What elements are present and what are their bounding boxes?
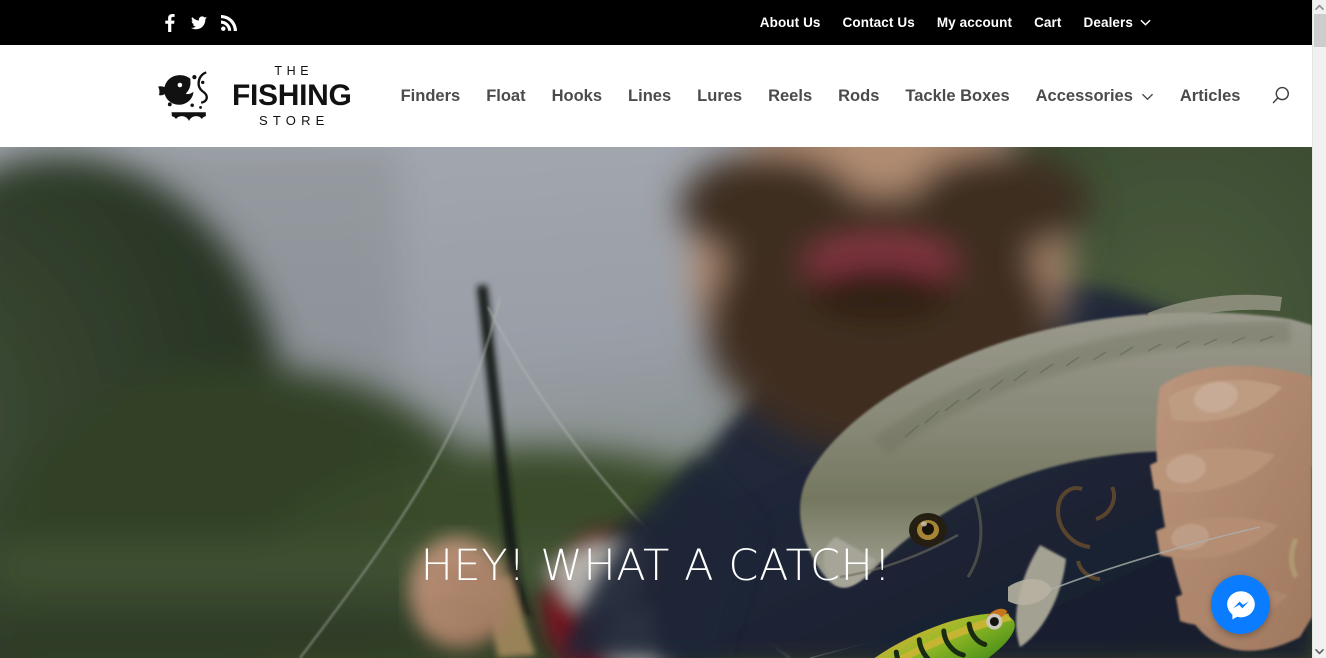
twitter-icon[interactable] xyxy=(191,14,207,32)
logo-wordmark: THE FISHING STORE xyxy=(232,65,352,127)
topnav-item-cart[interactable]: Cart xyxy=(1034,16,1061,30)
topnav-dealers-label: Dealers xyxy=(1083,14,1133,30)
nav-item-finders[interactable]: Finders xyxy=(388,88,474,105)
nav-item-hooks[interactable]: Hooks xyxy=(539,88,615,105)
scrollbar-thumb[interactable] xyxy=(1314,14,1326,47)
logo-line-the: THE xyxy=(274,64,314,79)
page-viewport: About Us Contact Us My account Cart Deal… xyxy=(0,0,1312,658)
scroll-up-arrow-icon[interactable] xyxy=(1313,0,1326,14)
nav-item-lines[interactable]: Lines xyxy=(615,88,684,105)
nav-item-rods[interactable]: Rods xyxy=(825,88,892,105)
chevron-down-icon xyxy=(1140,17,1151,28)
nav-item-float[interactable]: Float xyxy=(473,88,538,105)
social-links xyxy=(161,13,237,32)
topnav-item-contact-us[interactable]: Contact Us xyxy=(843,16,915,30)
search-icon[interactable] xyxy=(1269,84,1293,108)
site-logo[interactable]: THE FISHING STORE xyxy=(157,65,352,127)
logo-line-store: STORE xyxy=(259,112,330,128)
topnav-item-dealers[interactable]: Dealers xyxy=(1084,16,1152,30)
hero-headline: HEY! WHAT A CATCH! xyxy=(420,541,892,591)
messenger-chat-button[interactable] xyxy=(1211,575,1270,634)
topnav-item-about-us[interactable]: About Us xyxy=(760,16,821,30)
messenger-icon xyxy=(1226,590,1255,619)
nav-accessories-label: Accessories xyxy=(1035,86,1133,105)
nav-item-accessories[interactable]: Accessories xyxy=(1023,88,1167,105)
main-nav: Finders Float Hooks Lines Lures Reels Ro… xyxy=(388,84,1294,108)
logo-line-fishing: FISHING xyxy=(232,78,352,112)
nav-item-articles[interactable]: Articles xyxy=(1167,88,1254,105)
scroll-down-arrow-icon[interactable] xyxy=(1313,644,1326,658)
top-utility-bar: About Us Contact Us My account Cart Deal… xyxy=(0,0,1312,45)
nav-item-reels[interactable]: Reels xyxy=(755,88,825,105)
hero-section: HEY! WHAT A CATCH! xyxy=(0,147,1312,658)
nav-item-lures[interactable]: Lures xyxy=(684,88,755,105)
topnav-item-my-account[interactable]: My account xyxy=(937,16,1012,30)
top-nav: About Us Contact Us My account Cart Deal… xyxy=(760,16,1151,30)
browser-page: About Us Contact Us My account Cart Deal… xyxy=(0,0,1326,658)
nav-item-tackle-boxes[interactable]: Tackle Boxes xyxy=(892,88,1022,105)
facebook-icon[interactable] xyxy=(161,13,177,32)
site-header-inner: THE FISHING STORE Finders Float Hooks Li… xyxy=(156,45,1290,147)
vertical-scrollbar[interactable] xyxy=(1312,0,1326,658)
chevron-down-icon xyxy=(1141,90,1154,103)
rss-icon[interactable] xyxy=(221,14,237,32)
site-header: THE FISHING STORE Finders Float Hooks Li… xyxy=(0,45,1312,147)
fish-logo-icon xyxy=(158,71,208,121)
top-utility-bar-inner: About Us Contact Us My account Cart Deal… xyxy=(155,0,1157,45)
